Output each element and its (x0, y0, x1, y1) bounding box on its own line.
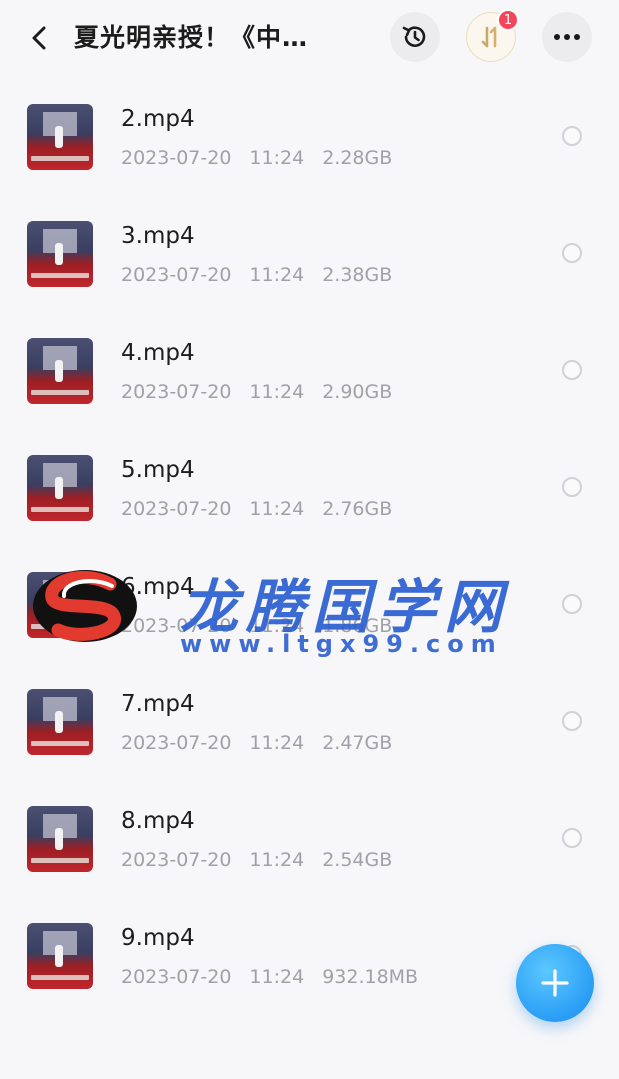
video-thumbnail (27, 572, 93, 638)
back-button[interactable] (22, 20, 58, 56)
file-date: 2023-07-20 (121, 849, 232, 871)
file-name: 4.mp4 (121, 340, 195, 366)
transfer-button[interactable]: 1 (466, 9, 519, 62)
file-date: 2023-07-20 (121, 966, 232, 988)
file-time: 11:24 (249, 732, 305, 754)
file-date: 2023-07-20 (121, 264, 232, 286)
select-radio[interactable] (562, 360, 582, 380)
file-meta: 2023-07-20 11:24 2.76GB (121, 498, 410, 520)
file-size: 2.28GB (322, 147, 393, 169)
history-button[interactable] (390, 12, 440, 62)
file-size: 2.76GB (322, 498, 393, 520)
file-row[interactable]: 3.mp4 2023-07-20 11:24 2.38GB (0, 189, 619, 306)
file-size: 2.38GB (322, 264, 393, 286)
video-thumbnail (27, 221, 93, 287)
select-radio[interactable] (562, 243, 582, 263)
file-meta: 2023-07-20 11:24 2.38GB (121, 264, 410, 286)
file-row[interactable]: 5.mp4 2023-07-20 11:24 2.76GB (0, 423, 619, 540)
file-time: 11:24 (249, 147, 305, 169)
file-name: 3.mp4 (121, 223, 195, 249)
file-name: 8.mp4 (121, 808, 195, 834)
select-radio[interactable] (562, 828, 582, 848)
select-radio[interactable] (562, 711, 582, 731)
video-thumbnail (27, 104, 93, 170)
file-meta: 2023-07-20 11:24 2.47GB (121, 732, 410, 754)
top-bar: 夏光明亲授！《中… 1 (0, 0, 619, 72)
file-row[interactable]: 4.mp4 2023-07-20 11:24 2.90GB (0, 306, 619, 423)
select-radio[interactable] (562, 126, 582, 146)
file-row[interactable]: 2.mp4 2023-07-20 11:24 2.28GB (0, 72, 619, 189)
file-row[interactable]: 8.mp4 2023-07-20 11:24 2.54GB (0, 774, 619, 891)
file-name: 9.mp4 (121, 925, 195, 951)
file-size: 2.90GB (322, 381, 393, 403)
notification-badge: 1 (497, 9, 519, 31)
file-meta: 2023-07-20 11:24 932.18MB (121, 966, 436, 988)
file-row[interactable]: 6.mp4 2023-07-20 11:24 1.86GB (0, 540, 619, 657)
file-list: 2.mp4 2023-07-20 11:24 2.28GB 3.mp4 2023-0… (0, 72, 619, 1008)
file-size: 932.18MB (322, 966, 419, 988)
video-thumbnail (27, 338, 93, 404)
file-name: 6.mp4 (121, 574, 195, 600)
file-meta: 2023-07-20 11:24 1.86GB (121, 615, 410, 637)
file-meta: 2023-07-20 11:24 2.28GB (121, 147, 410, 169)
file-date: 2023-07-20 (121, 381, 232, 403)
file-meta: 2023-07-20 11:24 2.54GB (121, 849, 410, 871)
page-title: 夏光明亲授！《中… (74, 23, 309, 52)
file-size: 2.47GB (322, 732, 393, 754)
file-name: 5.mp4 (121, 457, 195, 483)
file-time: 11:24 (249, 381, 305, 403)
file-time: 11:24 (249, 615, 305, 637)
file-time: 11:24 (249, 849, 305, 871)
video-thumbnail (27, 806, 93, 872)
add-button[interactable] (516, 944, 594, 1022)
file-name: 2.mp4 (121, 106, 195, 132)
file-date: 2023-07-20 (121, 732, 232, 754)
more-button[interactable] (542, 12, 592, 62)
file-row[interactable]: 7.mp4 2023-07-20 11:24 2.47GB (0, 657, 619, 774)
file-date: 2023-07-20 (121, 615, 232, 637)
file-size: 2.54GB (322, 849, 393, 871)
chevron-left-icon (32, 26, 46, 50)
select-radio[interactable] (562, 594, 582, 614)
file-time: 11:24 (249, 966, 305, 988)
file-size: 1.86GB (322, 615, 393, 637)
plus-icon (541, 969, 569, 997)
file-time: 11:24 (249, 498, 305, 520)
video-thumbnail (27, 689, 93, 755)
file-date: 2023-07-20 (121, 147, 232, 169)
file-meta: 2023-07-20 11:24 2.90GB (121, 381, 410, 403)
file-date: 2023-07-20 (121, 498, 232, 520)
history-icon (402, 26, 426, 47)
video-thumbnail (27, 923, 93, 989)
file-name: 7.mp4 (121, 691, 195, 717)
video-thumbnail (27, 455, 93, 521)
more-icon (554, 34, 580, 40)
file-time: 11:24 (249, 264, 305, 286)
select-radio[interactable] (562, 477, 582, 497)
